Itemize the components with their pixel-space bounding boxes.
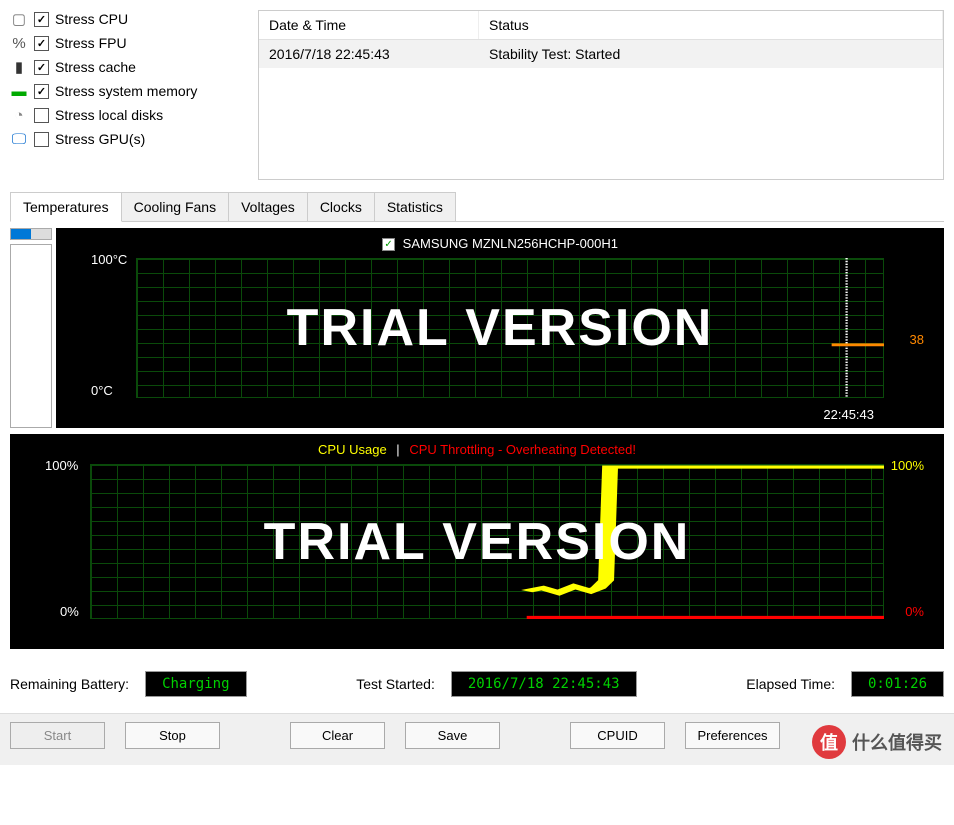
elapsed-value: 0:01:26 <box>851 671 944 697</box>
tabs-bar: TemperaturesCooling FansVoltagesClocksSt… <box>10 192 944 222</box>
smzdm-watermark: 值 什么值得买 <box>812 725 942 759</box>
log-row[interactable]: 2016/7/18 22:45:43Stability Test: Starte… <box>259 40 943 68</box>
memory-icon: ▬ <box>10 82 28 100</box>
tab-statistics[interactable]: Statistics <box>374 192 456 221</box>
r-max-label: 100% <box>891 458 924 473</box>
stress-label: Stress CPU <box>55 11 128 27</box>
stress-label: Stress local disks <box>55 107 163 123</box>
y-min-label: 0% <box>60 604 79 619</box>
stress-label: Stress FPU <box>55 35 127 51</box>
stress-checkbox[interactable] <box>34 84 49 99</box>
current-temp: 38 <box>910 332 924 347</box>
stress-option-cache[interactable]: ▮ Stress cache <box>10 58 250 76</box>
start-button: Start <box>10 722 105 749</box>
gpu-icon: 🖵 <box>10 130 28 148</box>
stress-label: Stress GPU(s) <box>55 131 145 147</box>
button-bar: Start Stop Clear Save CPUID Preferences … <box>0 713 954 765</box>
preferences-button[interactable]: Preferences <box>685 722 780 749</box>
stress-checkbox[interactable] <box>34 36 49 51</box>
log-header-date: Date & Time <box>259 11 479 39</box>
stress-checkbox[interactable] <box>34 12 49 27</box>
trial-watermark: TRIAL VERSION <box>287 298 714 358</box>
started-value: 2016/7/18 22:45:43 <box>451 671 637 697</box>
tab-voltages[interactable]: Voltages <box>228 192 308 221</box>
log-date: 2016/7/18 22:45:43 <box>259 40 479 68</box>
trial-watermark: TRIAL VERSION <box>264 512 691 572</box>
log-status: Stability Test: Started <box>479 40 943 68</box>
stress-label: Stress system memory <box>55 83 197 99</box>
stress-option-gpu[interactable]: 🖵 Stress GPU(s) <box>10 130 250 148</box>
battery-value: Charging <box>145 671 246 697</box>
fpu-icon: % <box>10 34 28 52</box>
device-label: SAMSUNG MZNLN256HCHP-000H1 <box>403 236 618 251</box>
battery-label: Remaining Battery: <box>10 676 129 692</box>
device-checkbox[interactable]: ✓ <box>382 238 395 251</box>
stress-label: Stress cache <box>55 59 136 75</box>
y-min-label: 0°C <box>91 383 113 398</box>
stress-option-disk[interactable]: ◔ Stress local disks <box>10 106 250 124</box>
elapsed-label: Elapsed Time: <box>746 676 835 692</box>
stress-option-fpu[interactable]: % Stress FPU <box>10 34 250 52</box>
legend-cpu-usage: CPU Usage <box>318 442 387 457</box>
cache-icon: ▮ <box>10 58 28 76</box>
r-min-label: 0% <box>905 604 924 619</box>
event-log-table: Date & Time Status 2016/7/18 22:45:43Sta… <box>258 10 944 180</box>
stress-options-panel: ▢ Stress CPU% Stress FPU ▮ Stress cache ▬ Stre… <box>10 10 250 180</box>
status-bar: Remaining Battery: Charging Test Started… <box>0 655 954 713</box>
stress-checkbox[interactable] <box>34 132 49 147</box>
tab-temperatures[interactable]: Temperatures <box>10 192 122 222</box>
clear-button[interactable]: Clear <box>290 722 385 749</box>
chart-minimap[interactable] <box>10 228 52 428</box>
stress-checkbox[interactable] <box>34 60 49 75</box>
y-max-label: 100% <box>45 458 78 473</box>
legend-throttling: CPU Throttling - Overheating Detected! <box>409 442 636 457</box>
log-header-status: Status <box>479 11 943 39</box>
stop-button[interactable]: Stop <box>125 722 220 749</box>
cpuid-button[interactable]: CPUID <box>570 722 665 749</box>
x-time-label: 22:45:43 <box>823 407 874 422</box>
started-label: Test Started: <box>356 676 435 692</box>
save-button[interactable]: Save <box>405 722 500 749</box>
y-max-label: 100°C <box>91 252 127 267</box>
stress-option-cpu[interactable]: ▢ Stress CPU <box>10 10 250 28</box>
tab-clocks[interactable]: Clocks <box>307 192 375 221</box>
disk-icon: ◔ <box>10 106 28 124</box>
cpu-usage-chart: CPU Usage | CPU Throttling - Overheating… <box>10 434 944 649</box>
smzdm-logo-icon: 值 <box>812 725 846 759</box>
cpu-icon: ▢ <box>10 10 28 28</box>
stress-option-memory[interactable]: ▬ Stress system memory <box>10 82 250 100</box>
temperature-chart: ✓ SAMSUNG MZNLN256HCHP-000H1 TRIAL VERSI… <box>56 228 944 428</box>
stress-checkbox[interactable] <box>34 108 49 123</box>
tab-cooling-fans[interactable]: Cooling Fans <box>121 192 230 221</box>
